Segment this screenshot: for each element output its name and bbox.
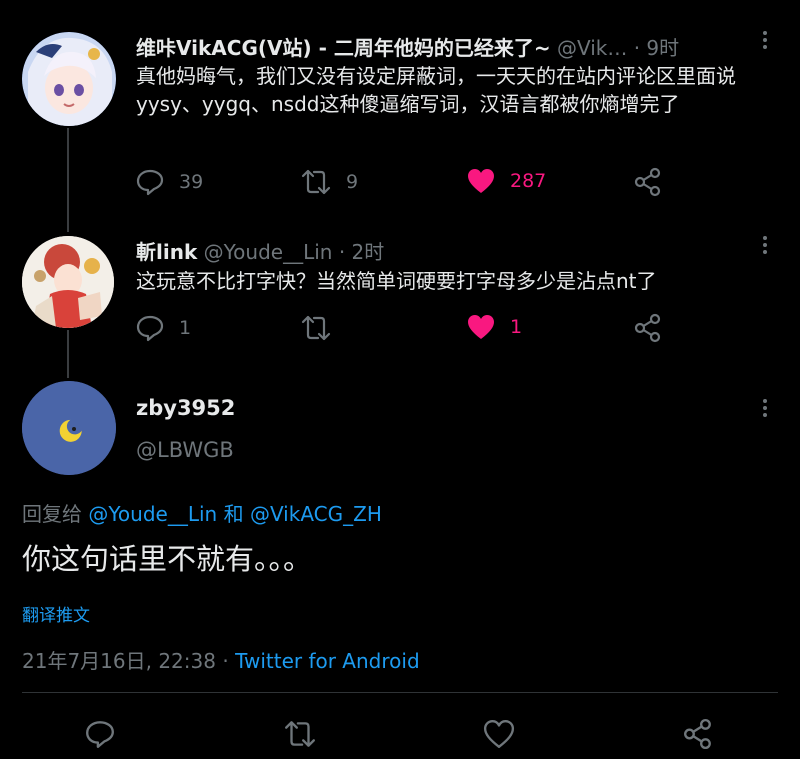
avatar[interactable] [22, 381, 116, 475]
retweet-button[interactable]: 9 [300, 167, 358, 197]
tweet-text: 这玩意不比打字快？当然简单词硬要打字母多少是沾点nt了 [136, 269, 657, 293]
like-button[interactable] [483, 719, 515, 749]
reply-to-line: 回复给 @Youde__Lin 和 @VikACG_ZH [22, 498, 382, 527]
translate-link[interactable]: 翻译推文 [22, 601, 90, 626]
reply-icon [86, 721, 114, 748]
share-icon [634, 167, 661, 197]
like-count: 1 [510, 316, 523, 338]
mention-link[interactable]: @VikACG_ZH [250, 502, 382, 526]
display-name[interactable]: zby3952 [136, 396, 235, 420]
share-button[interactable] [634, 167, 662, 197]
retweet-icon [285, 721, 315, 747]
share-button[interactable] [683, 718, 713, 750]
more-icon[interactable] [762, 399, 768, 421]
more-icon[interactable] [762, 236, 768, 258]
retweet-button[interactable] [300, 313, 332, 343]
reply-button[interactable] [84, 718, 116, 750]
avatar[interactable] [22, 236, 114, 328]
display-name[interactable]: 维咔VikACG(V站) - 二周年他妈的已经来了~ [136, 36, 551, 60]
display-name[interactable]: 斬link [136, 240, 197, 264]
retweet-count: 9 [346, 171, 359, 193]
tweet-text: 真他妈晦气，我们又没有设定屏蔽词，一天天的在站内评论区里面说yysy、yygq、… [136, 64, 736, 116]
reply-icon [136, 169, 164, 196]
reply-button[interactable]: 1 [135, 313, 191, 343]
retweet-button[interactable] [283, 718, 317, 750]
reply-to-and: 和 [223, 502, 244, 526]
like-button[interactable]: 1 [466, 313, 522, 341]
like-count: 287 [510, 170, 547, 192]
reply-count: 39 [179, 171, 204, 193]
timestamp: 21年7月16日, 22:38 · [22, 649, 229, 673]
handle[interactable]: @Vik… [557, 36, 627, 60]
more-icon[interactable] [762, 31, 768, 53]
timestamp: · 2时 [338, 240, 385, 264]
thread-line [67, 128, 69, 232]
share-button[interactable] [634, 313, 662, 343]
reply-button[interactable]: 39 [135, 167, 203, 197]
thread-line [67, 330, 69, 378]
handle[interactable]: @LBWGB [136, 438, 234, 462]
avatar[interactable] [22, 32, 116, 126]
reply-count: 1 [179, 317, 192, 339]
divider [22, 692, 778, 693]
retweet-icon [301, 315, 331, 341]
share-icon [684, 718, 711, 750]
heart-icon [468, 315, 494, 339]
timestamp: · 9时 [633, 36, 680, 60]
like-button[interactable]: 287 [466, 167, 546, 195]
reply-to-label: 回复给 [22, 502, 82, 526]
retweet-icon [301, 169, 331, 195]
handle[interactable]: @Youde__Lin [204, 240, 333, 264]
heart-icon [483, 720, 515, 748]
tweet-text: 你这句话里不就有。。。 [22, 542, 313, 576]
source-link[interactable]: Twitter for Android [235, 649, 420, 673]
share-icon [634, 313, 661, 343]
heart-icon [468, 169, 494, 193]
reply-icon [136, 315, 164, 342]
mention-link[interactable]: @Youde__Lin [88, 502, 217, 526]
